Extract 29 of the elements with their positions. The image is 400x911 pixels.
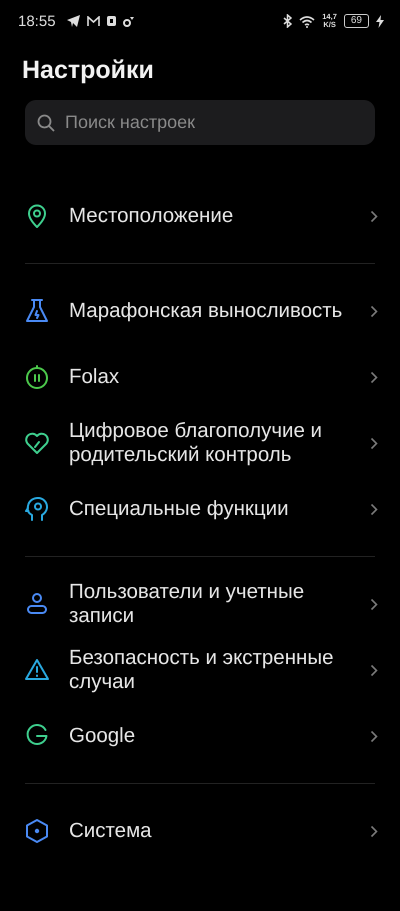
- search-field[interactable]: Поиск настроек: [25, 100, 375, 145]
- mail-icon: [86, 16, 100, 26]
- chevron-right-icon: [370, 304, 378, 318]
- settings-item[interactable]: Система: [0, 798, 400, 864]
- app-icon: [106, 16, 116, 26]
- clock-time: 18:55: [18, 12, 56, 30]
- chevron-right-icon: [370, 502, 378, 516]
- battery-level: 69: [344, 14, 369, 28]
- charging-bolt-icon: [376, 14, 384, 28]
- settings-item[interactable]: Безопасность и экстренные случаи: [0, 637, 400, 703]
- settings-item[interactable]: Цифровое благополучие и родительский контроль: [0, 410, 400, 476]
- chevron-right-icon: [370, 824, 378, 838]
- chevron-right-icon: [370, 730, 378, 742]
- chevron-right-icon: [370, 436, 378, 450]
- settings-item[interactable]: Folax: [0, 344, 400, 410]
- chevron-right-icon: [370, 370, 378, 384]
- bluetooth-icon: [283, 14, 292, 28]
- chevron-right-icon: [370, 598, 378, 610]
- settings-item[interactable]: Местоположение: [0, 183, 400, 249]
- settings-item[interactable]: Google: [0, 703, 400, 769]
- settings-item[interactable]: Пользователи и учетные записи: [0, 571, 400, 637]
- page-title: Настройки: [22, 56, 155, 84]
- chevron-right-icon: [370, 210, 378, 222]
- settings-item[interactable]: Специальные функции: [0, 476, 400, 542]
- wifi-icon: [299, 14, 316, 28]
- search-icon: [37, 114, 55, 132]
- chevron-right-icon: [370, 664, 378, 676]
- paper-plane-icon: [66, 15, 80, 27]
- settings-item[interactable]: Марафонская выносливость: [0, 278, 400, 344]
